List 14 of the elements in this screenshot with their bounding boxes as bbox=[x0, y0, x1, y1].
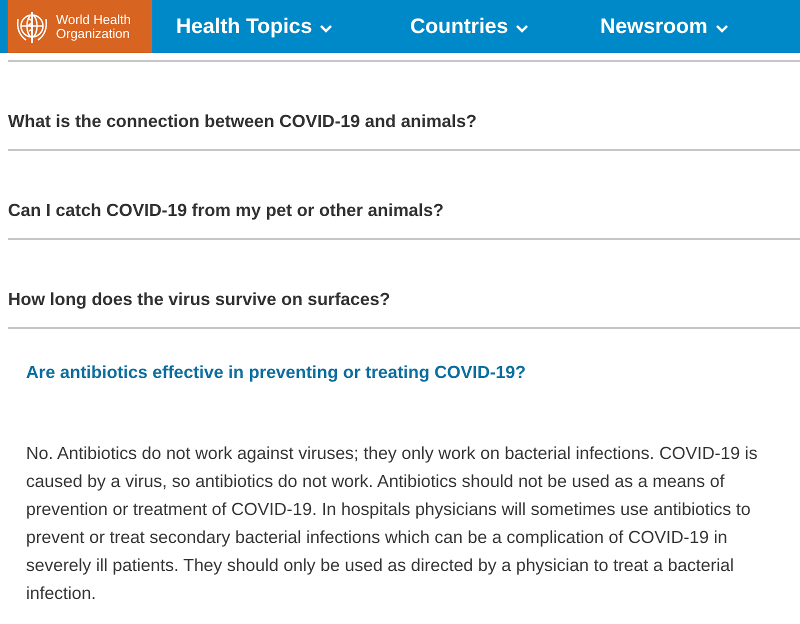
chevron-down-icon bbox=[516, 24, 528, 32]
nav-link[interactable]: Countries bbox=[410, 10, 528, 42]
chevron-down-icon bbox=[716, 24, 728, 32]
chevron-down-icon bbox=[320, 24, 332, 32]
logo[interactable]: World Health Organization bbox=[8, 0, 152, 53]
faq-answer: No. Antibiotics do not work against viruses; they only work on bacterial infections. COVID-19 is caused by a virus, so antibiotics do not work. Antibiotics should not be used as a means of prevention or treatment of COVID-19. In hospitals physicians will sometimes use antibiotics to prevent or treat secondary bacterial infections which can be a complication of COVID-19 in severely ill patients. They should only be used as directed by a physician to treat a bacterial infection. bbox=[26, 442, 758, 606]
logo-text: World Health bbox=[56, 12, 131, 26]
faq-question[interactable]: Can I catch COVID-19 from my pet or other animals? bbox=[8, 151, 444, 238]
nav-link[interactable]: Health Topics bbox=[176, 10, 332, 42]
faq-question[interactable]: What is the connection between COVID-19 and animals? bbox=[8, 62, 477, 149]
faq-question[interactable]: How long does the virus survive on surfaces? bbox=[8, 240, 390, 327]
faq-question[interactable]: Are antibiotics effective in preventing or treating COVID-19? bbox=[26, 329, 526, 440]
logo-text: Organization bbox=[56, 26, 131, 40]
nav-link[interactable]: Newsroom bbox=[600, 10, 728, 42]
